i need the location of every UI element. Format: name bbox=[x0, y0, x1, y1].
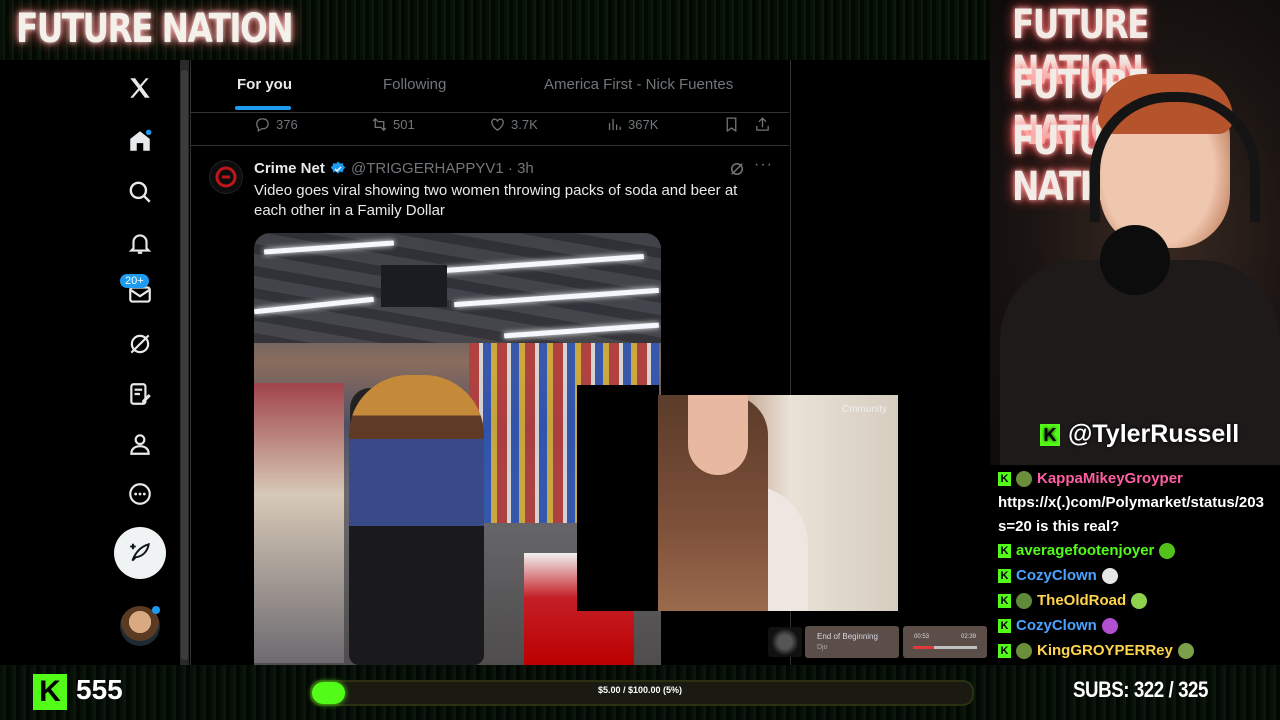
avatar-status-dot bbox=[152, 606, 160, 614]
donation-goal-text: $5.00 / $100.00 (5%) bbox=[597, 685, 683, 695]
brand-title: FUTURE NATION bbox=[16, 6, 294, 52]
chat-message: K KappaMikeyGroyper bbox=[998, 470, 1183, 487]
grok-icon[interactable] bbox=[114, 318, 166, 370]
tweet-divider bbox=[190, 145, 789, 146]
kick-badge-icon: K bbox=[998, 643, 1011, 658]
kick-badge-icon: K bbox=[998, 568, 1011, 583]
store-shelf bbox=[254, 383, 344, 663]
profile-icon[interactable] bbox=[114, 418, 166, 470]
song-progress-fill bbox=[913, 646, 934, 649]
kick-badge-icon: K bbox=[998, 618, 1011, 633]
song-title: End of Beginning bbox=[817, 632, 878, 641]
views-chart-icon bbox=[608, 118, 621, 131]
dancing-emote-icon bbox=[1177, 642, 1194, 659]
views-button[interactable]: 367K bbox=[606, 116, 658, 133]
overlay-watermark: Cmmunity bbox=[842, 404, 888, 415]
repost-button[interactable]: 501 bbox=[371, 116, 415, 133]
reply-button[interactable]: 376 bbox=[254, 116, 298, 133]
groyper-emote-icon bbox=[1016, 592, 1032, 609]
song-artist: Djo bbox=[817, 644, 828, 651]
reply-icon bbox=[256, 118, 269, 133]
kick-badge-icon: K bbox=[998, 471, 1011, 486]
streamer-handle: K @TylerRussell bbox=[1040, 420, 1239, 449]
kick-badge-icon: K bbox=[998, 543, 1011, 558]
microphone bbox=[1100, 225, 1170, 295]
webcam-panel: FUTURE NATION FUTURE NATION FUTURE NATIO… bbox=[990, 0, 1280, 465]
scrollbar-thumb[interactable] bbox=[181, 70, 188, 660]
tweet-author-avatar[interactable] bbox=[209, 160, 243, 194]
views-count: 367K bbox=[628, 117, 659, 132]
chat-message: K CozyClown bbox=[998, 567, 1118, 584]
song-elapsed: 00:53 bbox=[914, 634, 930, 640]
chat-username[interactable]: averagefootenjoyer bbox=[1016, 542, 1154, 559]
home-icon[interactable] bbox=[114, 115, 166, 167]
song-progress-box bbox=[903, 626, 987, 658]
chat-username[interactable]: KingGROYPERRey bbox=[1037, 642, 1173, 659]
repost-count: 501 bbox=[393, 117, 415, 132]
overlay-black-frame bbox=[577, 385, 659, 611]
store-tv-screen bbox=[381, 265, 447, 307]
tab-for-you[interactable]: For you bbox=[237, 76, 292, 93]
search-icon[interactable] bbox=[114, 166, 166, 218]
reply-count: 376 bbox=[276, 117, 298, 132]
heart-icon bbox=[491, 118, 504, 131]
person bbox=[349, 375, 484, 665]
repost-icon bbox=[372, 117, 387, 132]
chat-text: s=20 is this real? bbox=[998, 518, 1120, 535]
overlay-video bbox=[658, 395, 898, 611]
feather-plus-icon bbox=[130, 542, 150, 562]
lists-icon[interactable] bbox=[114, 368, 166, 420]
kick-logo-icon: K bbox=[1040, 423, 1060, 446]
like-count: 3.7K bbox=[511, 117, 538, 132]
share-button[interactable] bbox=[754, 116, 771, 133]
notification-badge: 20+ bbox=[120, 274, 149, 288]
song-duration: 02:39 bbox=[961, 634, 977, 640]
verified-badge-icon bbox=[330, 161, 346, 174]
clown-emote-icon bbox=[1101, 617, 1118, 634]
person-face bbox=[688, 395, 748, 475]
chat-message: K TheOldRoad bbox=[998, 592, 1148, 609]
tweet-author-name[interactable]: Crime Net bbox=[254, 160, 325, 177]
chat-username[interactable]: CozyClown bbox=[1016, 567, 1097, 584]
more-options-icon[interactable] bbox=[114, 468, 166, 520]
x-logo-icon[interactable] bbox=[114, 62, 166, 114]
groyper-emote-icon bbox=[1016, 642, 1032, 659]
tweet-more-options[interactable]: ··· bbox=[754, 156, 773, 174]
now-playing-box bbox=[805, 626, 899, 658]
bookmark-icon bbox=[726, 117, 737, 133]
chat-message: K KingGROYPERRey bbox=[998, 642, 1194, 659]
kick-logo-icon: K bbox=[33, 674, 67, 710]
album-art bbox=[768, 627, 802, 657]
compose-post-button[interactable] bbox=[114, 527, 166, 579]
clown-emote-icon bbox=[1101, 567, 1118, 584]
active-tab-indicator bbox=[235, 106, 291, 110]
tab-america-first-list[interactable]: America First - Nick Fuentes bbox=[544, 76, 733, 93]
like-button[interactable]: 3.7K bbox=[489, 116, 538, 133]
pepe-emote-icon bbox=[1131, 592, 1148, 609]
groyper-emote-icon bbox=[1016, 470, 1032, 487]
follower-count: 555 bbox=[76, 674, 123, 705]
crime-net-logo-icon bbox=[215, 166, 237, 188]
sub-goal-counter: SUBS: 322 / 325 bbox=[1073, 677, 1208, 702]
tweet-text: Video goes viral showing two women throw… bbox=[254, 182, 738, 219]
bookmark-button[interactable] bbox=[723, 116, 740, 133]
notifications-bell-icon[interactable] bbox=[114, 217, 166, 269]
tweet-author-handle[interactable]: @TRIGGERHAPPYV1 · 3h bbox=[351, 160, 534, 177]
chat-username[interactable]: KappaMikeyGroyper bbox=[1037, 470, 1183, 487]
share-icon bbox=[756, 117, 769, 131]
tab-following[interactable]: Following bbox=[383, 76, 446, 93]
chat-username[interactable]: TheOldRoad bbox=[1037, 592, 1126, 609]
kick-badge-icon: K bbox=[998, 593, 1011, 608]
streamer-handle-text: @TylerRussell bbox=[1068, 420, 1240, 448]
chat-panel: K KappaMikeyGroyper https://x(.)com/Poly… bbox=[990, 465, 1280, 665]
chat-message: K CozyClown bbox=[998, 617, 1118, 634]
chat-message: K averagefootenjoyer bbox=[998, 542, 1176, 559]
grok-explain-icon[interactable] bbox=[728, 160, 746, 178]
pepe-emote-icon bbox=[1159, 542, 1176, 559]
chat-text: https://x(.)com/Polymarket/status/203 bbox=[998, 494, 1264, 511]
chat-username[interactable]: CozyClown bbox=[1016, 617, 1097, 634]
